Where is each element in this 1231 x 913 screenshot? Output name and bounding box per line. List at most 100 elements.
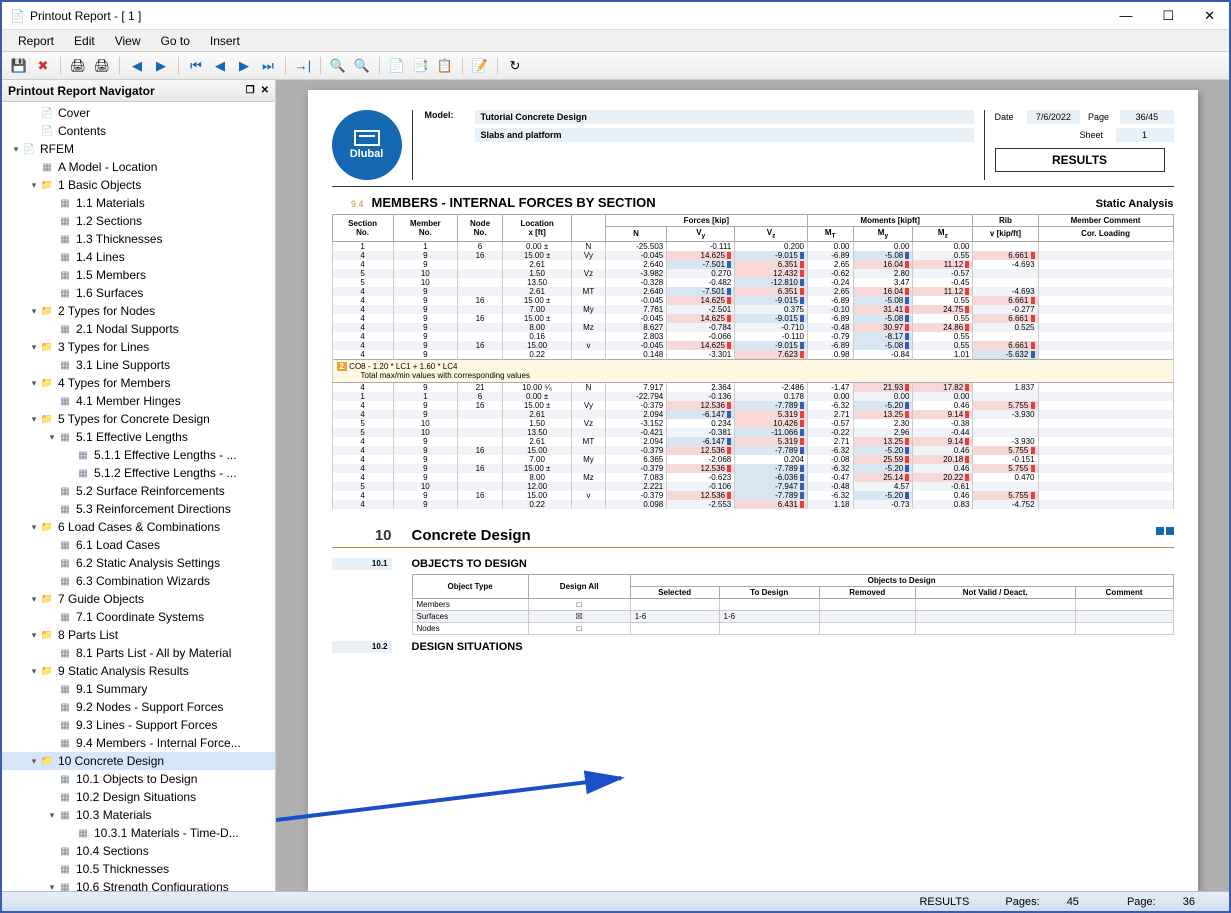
tree-item[interactable]: 📄Cover: [2, 104, 275, 122]
tree-item[interactable]: ▾📁10 Concrete Design: [2, 752, 275, 770]
status-pages: 45: [1055, 896, 1091, 908]
tree-item[interactable]: ▦4.1 Member Hinges: [2, 392, 275, 410]
tree-item[interactable]: ▾📁2 Types for Nodes: [2, 302, 275, 320]
forces-table: SectionNo.MemberNo.NodeNo.Locationx [ft]…: [332, 214, 1174, 509]
tree-item[interactable]: ▾▦10.6 Strength Configurations: [2, 878, 275, 891]
report-page: Dlubal Model:Tutorial Concrete Design Sl…: [308, 90, 1198, 891]
tree-item[interactable]: ▦6.1 Load Cases: [2, 536, 275, 554]
nav-last-icon[interactable]: ⏭: [257, 55, 279, 77]
tree-item[interactable]: ▦7.1 Coordinate Systems: [2, 608, 275, 626]
tree-item[interactable]: ▦10.3.1 Materials - Time-D...: [2, 824, 275, 842]
tree-item[interactable]: ▦9.2 Nodes - Support Forces: [2, 698, 275, 716]
tree-item[interactable]: ▦1.1 Materials: [2, 194, 275, 212]
model-label: Model:: [425, 110, 475, 124]
nav-pin-icon[interactable]: ❐: [246, 85, 255, 96]
tree-item[interactable]: ▦10.2 Design Situations: [2, 788, 275, 806]
status-results: RESULTS: [907, 896, 981, 908]
toolbar: 💾 ✖ 🖨 🖨 ◀ ▶ ⏮ ◀ ▶ ⏭ →| 🔍 🔍 📄 📑 📋 📝 ↻: [2, 52, 1229, 80]
tree-item[interactable]: ▦8.1 Parts List - All by Material: [2, 644, 275, 662]
menubar: Report Edit View Go to Insert: [2, 30, 1229, 52]
objects-table: Object TypeDesign AllObjects to DesignSe…: [412, 574, 1174, 635]
nav-close-icon[interactable]: ✕: [261, 85, 269, 96]
save-icon[interactable]: 💾: [8, 55, 30, 77]
sec-num-102: 10.2: [332, 641, 392, 653]
sec-num-94: 9.4: [332, 199, 372, 209]
window-title: Printout Report - [ 1 ]: [30, 9, 1113, 23]
tree-item[interactable]: ▦9.1 Summary: [2, 680, 275, 698]
tree-item[interactable]: ▾📄RFEM: [2, 140, 275, 158]
page-portrait-icon[interactable]: 📄: [386, 55, 408, 77]
zoom-out-icon[interactable]: 🔍: [351, 55, 373, 77]
tree-item[interactable]: ▾📁7 Guide Objects: [2, 590, 275, 608]
nav-fwd-icon[interactable]: ▶: [233, 55, 255, 77]
delete-icon[interactable]: ✖: [32, 55, 54, 77]
refresh-icon[interactable]: ↻: [504, 55, 526, 77]
tree-item[interactable]: ▦10.5 Thicknesses: [2, 860, 275, 878]
tree-item[interactable]: ▦A Model - Location: [2, 158, 275, 176]
tree-item[interactable]: ▦5.2 Surface Reinforcements: [2, 482, 275, 500]
status-page: 36: [1171, 896, 1207, 908]
tree-item[interactable]: ▾▦10.3 Materials: [2, 806, 275, 824]
tree-item[interactable]: ▦1.3 Thicknesses: [2, 230, 275, 248]
tree-item[interactable]: ▾📁1 Basic Objects: [2, 176, 275, 194]
logo-icon: Dlubal: [332, 110, 402, 180]
tree-item[interactable]: ▦6.2 Static Analysis Settings: [2, 554, 275, 572]
close-button[interactable]: ✕: [1198, 6, 1221, 26]
goto-page-icon[interactable]: →|: [292, 55, 314, 77]
tree-item[interactable]: ▾📁9 Static Analysis Results: [2, 662, 275, 680]
menu-insert[interactable]: Insert: [200, 31, 250, 51]
insert-page-icon[interactable]: 📝: [469, 55, 491, 77]
nav-next-icon[interactable]: ▶: [150, 55, 172, 77]
tree-item[interactable]: 📄Contents: [2, 122, 275, 140]
menu-goto[interactable]: Go to: [151, 31, 200, 51]
sec-title-102: DESIGN SITUATIONS: [412, 641, 1174, 653]
print-icon[interactable]: 🖨: [67, 55, 89, 77]
tree-item[interactable]: ▾▦5.1 Effective Lengths: [2, 428, 275, 446]
tree-item[interactable]: ▦9.4 Members - Internal Force...: [2, 734, 275, 752]
tree-item[interactable]: ▦6.3 Combination Wizards: [2, 572, 275, 590]
tree-item[interactable]: ▦5.1.1 Effective Lengths - ...: [2, 446, 275, 464]
nav-tree: 📄Cover📄Contents▾📄RFEM▦A Model - Location…: [2, 102, 275, 891]
menu-edit[interactable]: Edit: [64, 31, 105, 51]
tree-item[interactable]: ▦10.1 Objects to Design: [2, 770, 275, 788]
print-setup-icon[interactable]: 🖨: [91, 55, 113, 77]
tree-item[interactable]: ▦2.1 Nodal Supports: [2, 320, 275, 338]
page-date: 7/6/2022: [1027, 110, 1080, 124]
sec-title-101: OBJECTS TO DESIGN: [412, 558, 1174, 570]
tree-item[interactable]: ▦1.5 Members: [2, 266, 275, 284]
tree-item[interactable]: ▾📁6 Load Cases & Combinations: [2, 518, 275, 536]
zoom-in-icon[interactable]: 🔍: [327, 55, 349, 77]
report-area[interactable]: Dlubal Model:Tutorial Concrete Design Sl…: [276, 80, 1229, 891]
tree-item[interactable]: ▦1.2 Sections: [2, 212, 275, 230]
tree-item[interactable]: ▦5.3 Reinforcement Directions: [2, 500, 275, 518]
menu-view[interactable]: View: [105, 31, 151, 51]
model-sub: Slabs and platform: [475, 128, 974, 142]
book-icon: [1156, 527, 1174, 544]
tree-item[interactable]: ▾📁3 Types for Lines: [2, 338, 275, 356]
page-setup-icon[interactable]: 📋: [434, 55, 456, 77]
sec-num-10: 10: [332, 527, 412, 544]
minimize-button[interactable]: —: [1113, 6, 1138, 26]
tree-item[interactable]: ▾📁4 Types for Members: [2, 374, 275, 392]
nav-first-icon[interactable]: ⏮: [185, 55, 207, 77]
sec-title-94: MEMBERS - INTERNAL FORCES BY SECTION: [372, 195, 1096, 210]
tree-item[interactable]: ▦1.4 Lines: [2, 248, 275, 266]
tree-item[interactable]: ▦3.1 Line Supports: [2, 356, 275, 374]
tree-item[interactable]: ▦1.6 Surfaces: [2, 284, 275, 302]
page-sheet: 1: [1116, 128, 1174, 142]
maximize-button[interactable]: ☐: [1156, 6, 1180, 26]
menu-report[interactable]: Report: [8, 31, 64, 51]
tree-item[interactable]: ▦5.1.2 Effective Lengths - ...: [2, 464, 275, 482]
tree-item[interactable]: ▦10.4 Sections: [2, 842, 275, 860]
tree-item[interactable]: ▾📁8 Parts List: [2, 626, 275, 644]
app-icon: 📄: [10, 9, 24, 23]
tree-item[interactable]: ▦9.3 Lines - Support Forces: [2, 716, 275, 734]
nav-prev-icon[interactable]: ◀: [126, 55, 148, 77]
tree-item[interactable]: ▾📁5 Types for Concrete Design: [2, 410, 275, 428]
nav-title: Printout Report Navigator: [8, 84, 155, 98]
page-landscape-icon[interactable]: 📑: [410, 55, 432, 77]
results-header: RESULTS: [995, 148, 1165, 172]
nav-back-icon[interactable]: ◀: [209, 55, 231, 77]
sec-right-94: Static Analysis: [1096, 198, 1174, 210]
sec-title-10: Concrete Design: [412, 527, 1156, 544]
